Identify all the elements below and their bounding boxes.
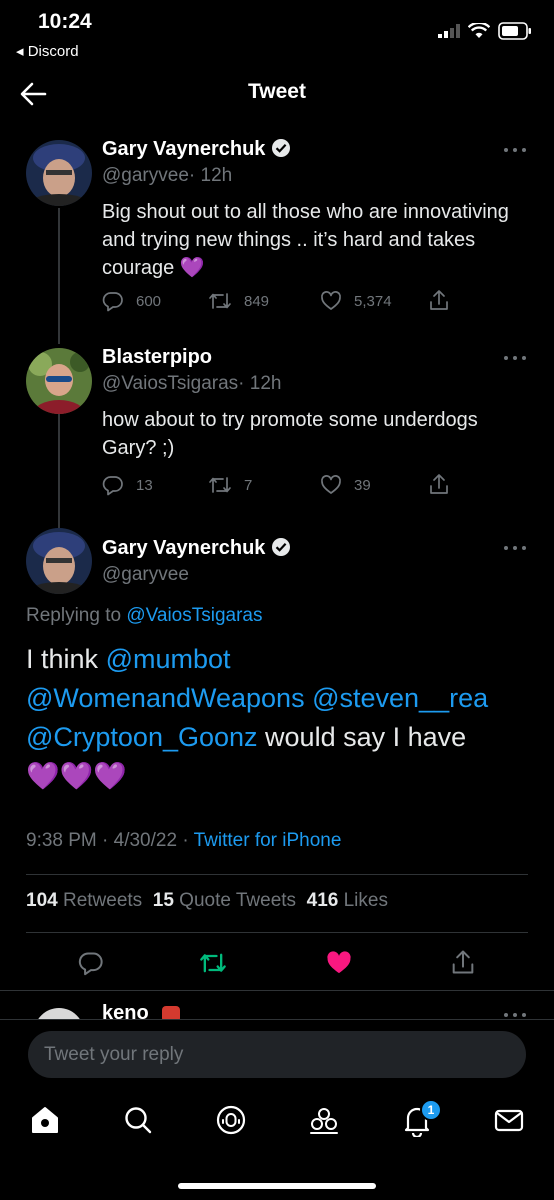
wifi-icon: [468, 23, 490, 38]
divider: [26, 874, 528, 875]
replying-label: Replying to: [26, 605, 122, 626]
reply-action[interactable]: 600: [102, 290, 161, 312]
avatar: [34, 1008, 84, 1019]
share-icon[interactable]: [428, 472, 450, 496]
text-suffix: would say I have: [265, 722, 467, 752]
more-icon[interactable]: [503, 355, 527, 361]
mention-link[interactable]: @WomenandWeapons: [26, 683, 305, 713]
reply-action[interactable]: 13: [102, 474, 153, 496]
quotes-stat[interactable]: 15 Quote Tweets: [153, 890, 296, 911]
replying-to: Replying to @VaiosTsigaras: [26, 605, 263, 627]
tweet-author[interactable]: Gary Vaynerchuk: [102, 138, 291, 161]
mention-link[interactable]: @steven__rea: [312, 683, 488, 713]
like-icon: [321, 475, 341, 494]
divider: [0, 990, 554, 991]
reply-count: 13: [136, 476, 153, 494]
main-tweet-text: I think @mumbot @WomenandWeapons @steven…: [26, 640, 536, 796]
retweet-count: 849: [244, 292, 270, 310]
retweet-icon: [209, 477, 231, 493]
like-icon: [321, 291, 341, 310]
tweet-text: how about to try promote some underdogs …: [102, 409, 478, 459]
spaces-icon[interactable]: [214, 1103, 248, 1137]
source-link[interactable]: Twitter for iPhone: [194, 830, 342, 851]
more-icon[interactable]: [503, 147, 527, 153]
home-indicator: [178, 1183, 376, 1189]
communities-icon[interactable]: [307, 1103, 341, 1137]
next-reply-preview[interactable]: keno: [0, 998, 554, 1019]
mention-link[interactable]: @Cryptoon_Goonz: [26, 722, 258, 752]
divider: [0, 1019, 554, 1020]
home-icon[interactable]: [28, 1103, 62, 1137]
retweets-stat[interactable]: 104 Retweets: [26, 890, 142, 911]
tweet-text: Big shout out to all those who are innov…: [102, 201, 509, 279]
more-icon[interactable]: [503, 1012, 527, 1018]
tweet-meta: @VaiosTsigaras· 12h: [102, 373, 281, 395]
battery-icon: [498, 22, 531, 40]
page-title: Tweet: [248, 80, 306, 103]
like-count: 39: [354, 476, 371, 494]
signal-icon: [438, 24, 460, 38]
avatar[interactable]: [26, 528, 92, 594]
reply-icon: [102, 476, 123, 496]
back-to-app-link[interactable]: ◂ Discord: [16, 42, 79, 60]
author-handle: @VaiosTsigaras: [102, 373, 239, 394]
quotes-count: 15: [152, 890, 174, 911]
verified-icon: [272, 538, 291, 556]
reply-placeholder: Tweet your reply: [44, 1043, 184, 1065]
author-name: Gary Vaynerchuk: [102, 138, 266, 160]
author-handle: @garyvee: [102, 564, 189, 585]
more-icon[interactable]: [503, 545, 527, 551]
reply-count: 600: [136, 292, 162, 310]
like-action[interactable]: 39: [320, 474, 371, 496]
likes-stat[interactable]: 416 Likes: [307, 890, 388, 911]
messages-icon[interactable]: [492, 1103, 526, 1137]
retweet-icon[interactable]: [199, 950, 227, 976]
emoji-icon: [162, 1006, 180, 1019]
retweet-action[interactable]: 849: [208, 290, 269, 312]
author-name: Gary Vaynerchuk: [102, 537, 266, 559]
search-icon[interactable]: [121, 1103, 155, 1137]
share-icon[interactable]: [450, 948, 476, 976]
reply-icon[interactable]: [78, 950, 104, 976]
retweet-action[interactable]: 7: [208, 474, 252, 496]
tweet-author[interactable]: Gary Vaynerchuk: [102, 537, 291, 560]
tweet-time: · 12h: [238, 373, 282, 394]
mention-link[interactable]: @mumbot: [106, 644, 231, 674]
hearts-emoji: 💜💜💜: [26, 761, 127, 791]
back-app-label: Discord: [27, 43, 79, 60]
like-icon[interactable]: [325, 949, 353, 977]
author-handle: @garyvee: [102, 165, 189, 186]
like-action[interactable]: 5,374: [320, 290, 392, 312]
reply-input[interactable]: Tweet your reply: [28, 1031, 526, 1078]
replying-to-link[interactable]: @VaiosTsigaras: [126, 605, 262, 626]
tweet-time: · 12h: [188, 165, 233, 186]
reply-icon: [102, 292, 123, 312]
status-icons: [438, 22, 532, 40]
text-prefix: I think: [26, 644, 99, 674]
divider: [26, 932, 528, 933]
like-count: 5,374: [354, 292, 392, 310]
avatar[interactable]: [26, 348, 92, 414]
retweet-icon: [209, 293, 231, 309]
likes-label: Likes: [343, 890, 388, 911]
status-time: 10:24: [38, 10, 92, 33]
quotes-label: Quote Tweets: [179, 890, 297, 911]
tweet-timestamp: 9:38 PM · 4/30/22 · Twitter for iPhone: [26, 830, 341, 852]
verified-icon: [272, 139, 291, 157]
tweet-meta: @garyvee· 12h: [102, 165, 232, 187]
author-name[interactable]: Blasterpipo: [102, 346, 212, 369]
retweets-count: 104: [26, 890, 58, 911]
thread-line: [58, 208, 60, 344]
retweets-label: Retweets: [62, 890, 143, 911]
share-icon[interactable]: [428, 288, 450, 312]
likes-count: 416: [306, 890, 339, 911]
engagement-stats: 104 Retweets 15 Quote Tweets 416 Likes: [26, 890, 388, 912]
timestamp: 9:38 PM · 4/30/22 ·: [26, 830, 189, 851]
retweet-count: 7: [244, 476, 253, 494]
author-name: keno: [102, 1002, 149, 1019]
avatar[interactable]: [26, 140, 92, 206]
notification-badge: 1: [420, 1099, 442, 1121]
